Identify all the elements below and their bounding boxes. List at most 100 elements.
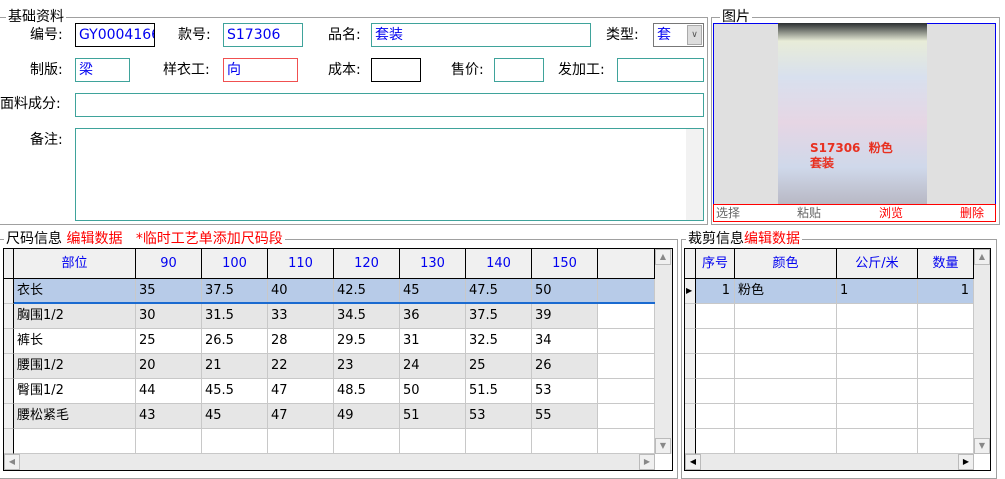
table-cell[interactable]: 25 bbox=[466, 354, 532, 379]
chevron-down-icon[interactable]: ∨ bbox=[687, 25, 702, 45]
cost-field[interactable] bbox=[371, 58, 421, 82]
scroll-left-icon[interactable]: ◀ bbox=[4, 454, 20, 470]
empty-cell[interactable] bbox=[598, 429, 655, 454]
table-cell[interactable]: 51.5 bbox=[466, 379, 532, 404]
cut-grid[interactable]: 序号 颜色 公斤/米 数量 ▶ 1 粉色 1 1 ▲ ▼ ◀ ▶ bbox=[684, 248, 991, 471]
column-header[interactable]: 130 bbox=[400, 249, 466, 279]
type-select[interactable]: 套 ∨ bbox=[653, 23, 704, 47]
table-cell[interactable]: 36 bbox=[400, 304, 466, 329]
empty-cell[interactable] bbox=[598, 379, 655, 404]
column-header[interactable]: 120 bbox=[334, 249, 400, 279]
browse-button[interactable]: 浏览 bbox=[879, 205, 903, 221]
empty-cell[interactable] bbox=[735, 429, 837, 454]
empty-cell[interactable] bbox=[202, 429, 268, 454]
empty-cell[interactable] bbox=[14, 429, 136, 454]
column-header[interactable]: 110 bbox=[268, 249, 334, 279]
remark-field[interactable] bbox=[75, 128, 704, 221]
table-cell[interactable]: 1 bbox=[918, 279, 974, 304]
empty-cell[interactable] bbox=[837, 304, 918, 329]
table-cell[interactable]: 29.5 bbox=[334, 329, 400, 354]
table-cell[interactable]: 53 bbox=[466, 404, 532, 429]
empty-cell[interactable] bbox=[837, 404, 918, 429]
table-cell[interactable]: 47 bbox=[268, 404, 334, 429]
scroll-up-icon[interactable]: ▲ bbox=[974, 249, 990, 265]
table-cell[interactable]: 37.5 bbox=[466, 304, 532, 329]
code-field[interactable]: GY0004166 bbox=[75, 23, 155, 47]
table-cell[interactable]: 31 bbox=[400, 329, 466, 354]
table-cell[interactable]: 31.5 bbox=[202, 304, 268, 329]
empty-cell[interactable] bbox=[918, 404, 974, 429]
table-cell[interactable]: 50 bbox=[400, 379, 466, 404]
table-cell[interactable]: 1 bbox=[837, 279, 918, 304]
row-indicator[interactable] bbox=[685, 354, 696, 379]
table-cell[interactable]: 1 bbox=[696, 279, 735, 304]
size-grid[interactable]: 部位 90 100 110 120 130 140 150 衣长 35 37.5 40 42.5 45 47… bbox=[3, 248, 673, 471]
table-cell[interactable]: 粉色 bbox=[735, 279, 837, 304]
scroll-right-icon[interactable]: ▶ bbox=[958, 454, 974, 470]
empty-cell[interactable] bbox=[598, 404, 655, 429]
table-cell[interactable]: 55 bbox=[532, 404, 598, 429]
table-cell[interactable]: 33 bbox=[268, 304, 334, 329]
column-header[interactable]: 序号 bbox=[696, 249, 735, 279]
empty-cell[interactable] bbox=[268, 429, 334, 454]
empty-cell[interactable] bbox=[696, 429, 735, 454]
empty-cell[interactable] bbox=[466, 429, 532, 454]
empty-cell[interactable] bbox=[735, 379, 837, 404]
empty-cell[interactable] bbox=[696, 329, 735, 354]
table-cell[interactable]: 裤长 bbox=[14, 329, 136, 354]
empty-cell[interactable] bbox=[918, 379, 974, 404]
row-indicator[interactable] bbox=[4, 304, 14, 329]
row-indicator[interactable] bbox=[685, 304, 696, 329]
empty-cell[interactable] bbox=[735, 404, 837, 429]
table-cell[interactable]: 30 bbox=[136, 304, 202, 329]
size-edit-link[interactable]: 编辑数据 bbox=[66, 231, 122, 247]
table-cell[interactable]: 45.5 bbox=[202, 379, 268, 404]
column-header[interactable]: 数量 bbox=[918, 249, 974, 279]
table-cell[interactable]: 腰围1/2 bbox=[14, 354, 136, 379]
vertical-scrollbar[interactable] bbox=[655, 249, 672, 454]
row-indicator[interactable] bbox=[685, 329, 696, 354]
empty-cell[interactable] bbox=[918, 304, 974, 329]
column-header[interactable]: 90 bbox=[136, 249, 202, 279]
table-cell[interactable]: 24 bbox=[400, 354, 466, 379]
empty-cell[interactable] bbox=[696, 354, 735, 379]
empty-cell[interactable] bbox=[598, 354, 655, 379]
column-header[interactable]: 140 bbox=[466, 249, 532, 279]
table-cell[interactable]: 53 bbox=[532, 379, 598, 404]
empty-cell[interactable] bbox=[532, 429, 598, 454]
empty-cell[interactable] bbox=[598, 304, 655, 329]
table-cell[interactable]: 47 bbox=[268, 379, 334, 404]
outsource-field[interactable] bbox=[617, 58, 704, 82]
table-cell[interactable]: 28 bbox=[268, 329, 334, 354]
empty-cell[interactable] bbox=[598, 329, 655, 354]
table-cell[interactable]: 臀围1/2 bbox=[14, 379, 136, 404]
empty-cell[interactable] bbox=[918, 429, 974, 454]
row-indicator[interactable] bbox=[685, 429, 696, 454]
sample-field[interactable]: 向 bbox=[223, 58, 298, 82]
row-indicator[interactable] bbox=[4, 279, 14, 304]
empty-cell[interactable] bbox=[400, 429, 466, 454]
table-cell[interactable]: 34 bbox=[532, 329, 598, 354]
table-cell[interactable]: 51 bbox=[400, 404, 466, 429]
table-cell[interactable]: 45 bbox=[202, 404, 268, 429]
remark-scrollbar[interactable] bbox=[686, 129, 703, 220]
empty-cell[interactable] bbox=[735, 304, 837, 329]
horizontal-scrollbar[interactable] bbox=[4, 454, 655, 470]
empty-cell[interactable] bbox=[735, 329, 837, 354]
row-indicator[interactable] bbox=[685, 404, 696, 429]
table-cell[interactable]: 48.5 bbox=[334, 379, 400, 404]
table-cell[interactable]: 20 bbox=[136, 354, 202, 379]
select-button[interactable]: 选择 bbox=[716, 205, 740, 221]
style-field[interactable]: S17306 bbox=[223, 23, 303, 47]
scroll-down-icon[interactable]: ▼ bbox=[655, 438, 671, 454]
table-cell[interactable]: 腰松紧毛 bbox=[14, 404, 136, 429]
column-header[interactable]: 150 bbox=[532, 249, 598, 279]
table-cell[interactable]: 21 bbox=[202, 354, 268, 379]
table-cell[interactable]: 25 bbox=[136, 329, 202, 354]
empty-cell[interactable] bbox=[837, 379, 918, 404]
row-indicator[interactable] bbox=[4, 429, 14, 454]
empty-cell[interactable] bbox=[837, 354, 918, 379]
name-field[interactable]: 套装 bbox=[371, 23, 591, 47]
table-cell[interactable]: 39 bbox=[532, 304, 598, 329]
scroll-right-icon[interactable]: ▶ bbox=[639, 454, 655, 470]
